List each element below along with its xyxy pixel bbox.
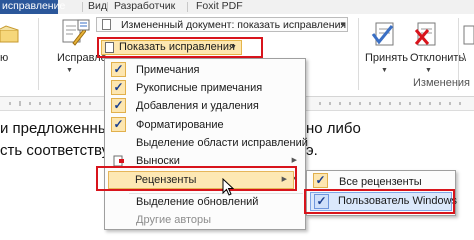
tab-review-label: исправление (2, 0, 66, 12)
menu-item-label: Рукописные примечания (136, 82, 263, 94)
menu-item-label: Другие авторы (136, 214, 212, 226)
windows-user-highlight-outline (304, 189, 455, 214)
mouse-pointer-icon (222, 178, 234, 196)
tab-divider (82, 2, 83, 12)
chevron-down-icon[interactable]: ▼ (425, 67, 432, 74)
menu-item-insertions-deletions[interactable]: ✓ Добавления и удаления (105, 97, 305, 115)
display-mode-icon[interactable] (77, 18, 91, 32)
menu-item-label: Выделение области исправлений (136, 137, 308, 149)
menu-item-label: Примечания (136, 64, 200, 76)
menu-item-formatting[interactable]: ✓ Форматирование (105, 116, 305, 134)
new-comment-icon[interactable] (0, 24, 22, 46)
reviewers-highlight-outline (96, 166, 297, 191)
show-markup-highlight-outline (97, 37, 263, 58)
menu-item-ink-comments[interactable]: ✓ Рукописные примечания (105, 79, 305, 97)
tab-divider (187, 2, 188, 12)
display-for-review-select[interactable]: Измененный документ: показать исправлени… (96, 17, 348, 32)
ribbon-edge-fragment: \ (463, 52, 467, 64)
show-markup-menu: ✓ Примечания ✓ Рукописные примечания ✓ Д… (104, 58, 308, 230)
ribbon-tab-strip: исправление Вид Разработчик Foxit PDF (0, 0, 474, 14)
chevron-down-icon[interactable]: ▼ (66, 67, 73, 74)
reject-label[interactable]: Отклонить (410, 52, 464, 64)
tab-foxit-pdf[interactable]: Foxit PDF (196, 0, 243, 14)
tab-review[interactable]: исправление (0, 0, 65, 14)
document-text-line1-right: но либо (306, 120, 361, 137)
accept-icon[interactable] (370, 20, 400, 50)
chevron-down-icon[interactable]: ▼ (338, 17, 348, 32)
document-icon (102, 19, 111, 30)
changes-group-label: Изменения (413, 77, 470, 89)
tab-view[interactable]: Вид (88, 0, 107, 14)
checkmark-icon: ✓ (111, 117, 126, 132)
menu-item-markup-area-highlight[interactable]: Выделение области исправлений (105, 134, 308, 152)
tab-developer[interactable]: Разработчик (114, 0, 175, 14)
checkmark-icon: ✓ (111, 80, 126, 95)
menu-item-other-authors: Другие авторы (105, 211, 305, 229)
checkmark-icon: ✓ (111, 62, 126, 77)
menu-item-comments[interactable]: ✓ Примечания (105, 61, 305, 79)
document-text-line1-left: и предложенные (0, 120, 117, 137)
chevron-down-icon[interactable]: ▼ (381, 67, 388, 74)
accept-label[interactable]: Принять (365, 52, 408, 64)
reject-icon[interactable] (412, 20, 442, 50)
ribbon-left-fragment: ю (0, 52, 9, 64)
menu-item-label: Выделение обновлений (136, 196, 259, 208)
checkmark-icon: ✓ (313, 173, 328, 188)
menu-item-label: Добавления и удаления (136, 100, 259, 112)
previous-change-icon[interactable] (462, 24, 474, 50)
group-divider (358, 18, 359, 90)
group-divider (38, 18, 39, 90)
menu-item-label: Форматирование (136, 119, 224, 131)
checkmark-icon: ✓ (111, 98, 126, 113)
menu-item-highlight-updates[interactable]: Выделение обновлений (105, 193, 305, 211)
tab-divider (107, 2, 108, 12)
document-text-line2-left: сть соответству (0, 142, 110, 159)
